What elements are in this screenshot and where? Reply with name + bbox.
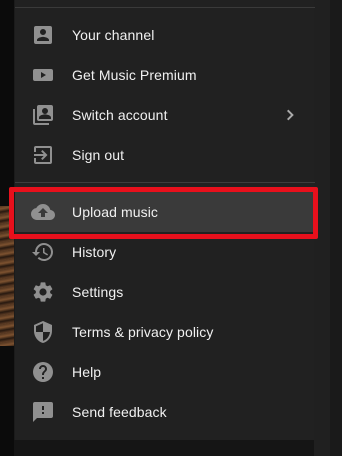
- menu-divider: [15, 182, 315, 183]
- menu-item-label: Sign out: [72, 147, 125, 163]
- menu-item-label: History: [72, 244, 117, 260]
- menu-item-switch-account[interactable]: Switch account: [15, 95, 315, 135]
- menu-bottom-edge: [14, 440, 314, 456]
- menu-item-upload-music[interactable]: Upload music: [15, 192, 315, 232]
- menu-item-label: Send feedback: [72, 404, 167, 420]
- scrollbar-track[interactable]: [330, 0, 342, 456]
- menu-item-label: Terms & privacy policy: [72, 324, 214, 340]
- account-box-icon: [31, 23, 55, 47]
- menu-item-history[interactable]: History: [15, 232, 315, 272]
- exit-icon: [31, 143, 55, 167]
- menu-item-label: Your channel: [72, 27, 155, 43]
- menu-item-sign-out[interactable]: Sign out: [15, 135, 315, 175]
- history-icon: [31, 240, 55, 264]
- feedback-icon: [31, 400, 55, 424]
- chevron-right-icon: [279, 103, 303, 127]
- menu-item-help[interactable]: Help: [15, 352, 315, 392]
- play-badge-icon: [31, 63, 55, 87]
- menu-item-send-feedback[interactable]: Send feedback: [15, 392, 315, 432]
- account-menu: Your channel Get Music Premium Switch ac…: [14, 0, 315, 440]
- menu-item-label: Get Music Premium: [72, 67, 197, 83]
- gear-icon: [31, 280, 55, 304]
- menu-item-label: Help: [72, 364, 102, 380]
- menu-item-your-channel[interactable]: Your channel: [15, 15, 315, 55]
- menu-item-get-music-premium[interactable]: Get Music Premium: [15, 55, 315, 95]
- menu-item-settings[interactable]: Settings: [15, 272, 315, 312]
- menu-top-divider: [15, 7, 315, 8]
- switch-account-icon: [31, 103, 55, 127]
- help-icon: [31, 360, 55, 384]
- cloud-upload-icon: [31, 200, 55, 224]
- menu-item-label: Switch account: [72, 107, 168, 123]
- menu-item-label: Settings: [72, 284, 124, 300]
- menu-item-label: Upload music: [72, 204, 159, 220]
- menu-item-terms-privacy[interactable]: Terms & privacy policy: [15, 312, 315, 352]
- shield-icon: [31, 320, 55, 344]
- background-album-art: [0, 206, 14, 346]
